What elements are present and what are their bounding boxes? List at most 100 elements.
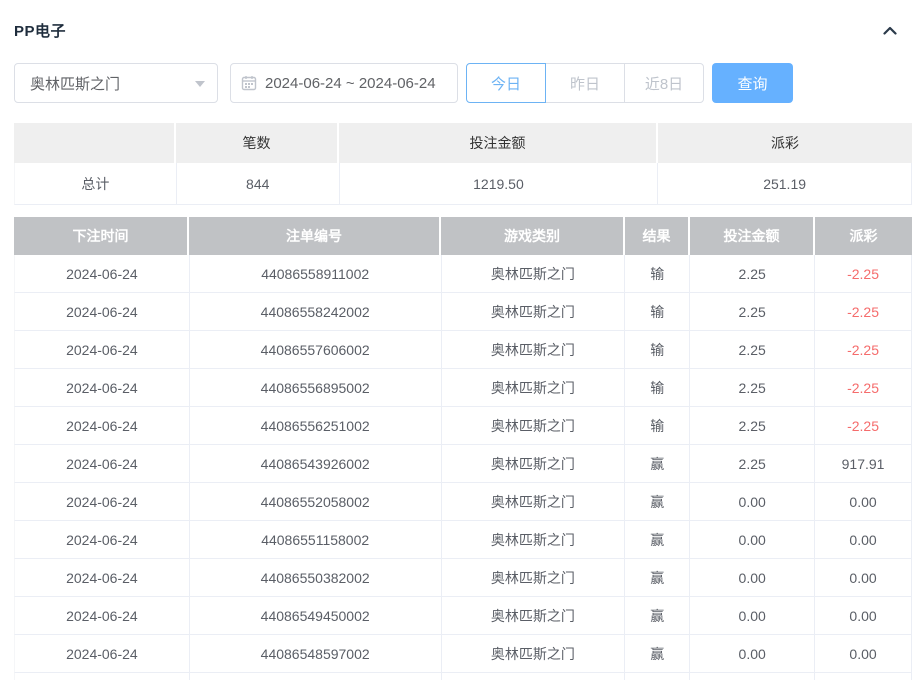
summary-header-count: 笔数: [176, 123, 339, 163]
cell-bet-amount: 0.00: [690, 483, 815, 520]
cell-bet-id: 44086552058002: [190, 483, 442, 520]
summary-header-bet-amount: 投注金额: [339, 123, 658, 163]
cell-bet-time: 2024-06-24: [15, 293, 190, 330]
cell-bet-id: 44086543926002: [190, 445, 442, 482]
table-row: 2024-06-2444086543926002奥林匹斯之门赢2.25917.9…: [14, 445, 912, 483]
cell-result: 赢: [625, 635, 690, 672]
cell-bet-time: 2024-06-24: [15, 521, 190, 558]
cell-bet-amount: 0.00: [690, 521, 815, 558]
game-select[interactable]: 奥林匹斯之门: [14, 63, 218, 103]
collapse-panel-button[interactable]: [881, 22, 899, 40]
cell-bet-time: 2024-06-24: [15, 407, 190, 444]
cell-empty: [625, 673, 690, 680]
cell-game-type: 奥林匹斯之门: [442, 445, 626, 482]
quick-range-button[interactable]: 今日: [466, 63, 546, 103]
cell-payout: 0.00: [815, 521, 912, 558]
cell-game-type: 奥林匹斯之门: [442, 407, 626, 444]
cell-bet-id: 44086558911002: [190, 255, 442, 292]
summary-header-empty: [14, 123, 176, 163]
cell-game-type: 奥林匹斯之门: [442, 331, 626, 368]
cell-bet-amount: 2.25: [690, 369, 815, 406]
cell-bet-amount: 0.00: [690, 559, 815, 596]
cell-payout: 0.00: [815, 635, 912, 672]
table-row: 2024-06-2444086552058002奥林匹斯之门赢0.000.00: [14, 483, 912, 521]
date-range-input[interactable]: 2024-06-24 ~ 2024-06-24: [230, 63, 458, 103]
cell-bet-amount: 2.25: [690, 331, 815, 368]
cell-game-type: 奥林匹斯之门: [442, 635, 626, 672]
cell-bet-id: 44086556895002: [190, 369, 442, 406]
cell-bet-time: 2024-06-24: [15, 635, 190, 672]
quick-range-group: 今日 昨日 近8日: [466, 63, 704, 103]
table-row: 2024-06-2444086556251002奥林匹斯之门输2.25-2.25: [14, 407, 912, 445]
cell-result: 赢: [625, 597, 690, 634]
col-header-payout: 派彩: [815, 217, 912, 255]
table-row: 2024-06-2444086549450002奥林匹斯之门赢0.000.00: [14, 597, 912, 635]
cell-bet-id: 44086550382002: [190, 559, 442, 596]
cell-result: 输: [625, 369, 690, 406]
cell-payout: 0.00: [815, 559, 912, 596]
cell-game-type: 奥林匹斯之门: [442, 369, 626, 406]
cell-bet-amount: 0.00: [690, 597, 815, 634]
cell-bet-id: 44086548597002: [190, 635, 442, 672]
cell-game-type: 奥林匹斯之门: [442, 559, 626, 596]
col-header-bet-id: 注单编号: [189, 217, 441, 255]
cell-bet-amount: 0.00: [690, 635, 815, 672]
cell-result: 赢: [625, 483, 690, 520]
cell-bet-time: 2024-06-24: [15, 445, 190, 482]
table-row: 2024-06-2444086550382002奥林匹斯之门赢0.000.00: [14, 559, 912, 597]
bet-records-table: 下注时间 注单编号 游戏类别 结果 投注金额 派彩 2024-06-244408…: [14, 217, 912, 680]
quick-range-button[interactable]: 近8日: [624, 63, 704, 103]
game-select-value: 奥林匹斯之门: [30, 73, 120, 94]
cell-result: 赢: [625, 521, 690, 558]
cell-result: 赢: [625, 445, 690, 482]
cell-payout: -2.25: [815, 293, 912, 330]
cell-empty: [815, 673, 912, 680]
date-range-value: 2024-06-24 ~ 2024-06-24: [265, 75, 436, 92]
filter-bar: 奥林匹斯之门 2024-06-24 ~ 2024-06-24 今日 昨日 近8日…: [14, 63, 921, 103]
cell-empty: [15, 673, 190, 680]
summary-total-payout: 251.19: [658, 163, 912, 204]
table-row: 2024-06-2444086548597002奥林匹斯之门赢0.000.00: [14, 635, 912, 673]
col-header-bet-time: 下注时间: [14, 217, 189, 255]
cell-payout: 917.91: [815, 445, 912, 482]
page-title: PP电子: [14, 20, 66, 41]
summary-total-count: 844: [177, 163, 340, 204]
cell-game-type: 奥林匹斯之门: [442, 255, 626, 292]
chevron-up-icon: [882, 23, 898, 39]
cell-payout: -2.25: [815, 407, 912, 444]
cell-bet-time: 2024-06-24: [15, 369, 190, 406]
summary-header-payout: 派彩: [658, 123, 912, 163]
cell-payout: -2.25: [815, 369, 912, 406]
cell-result: 输: [625, 407, 690, 444]
calendar-icon: [241, 75, 265, 91]
cell-game-type: 奥林匹斯之门: [442, 597, 626, 634]
summary-total-row: 总计 844 1219.50 251.19: [14, 163, 912, 205]
cell-bet-time: 2024-06-24: [15, 255, 190, 292]
table-row: 2024-06-2444086558242002奥林匹斯之门输2.25-2.25: [14, 293, 912, 331]
cell-bet-id: 44086551158002: [190, 521, 442, 558]
cell-bet-amount: 2.25: [690, 445, 815, 482]
table-row: 2024-06-2444086557606002奥林匹斯之门输2.25-2.25: [14, 331, 912, 369]
panel-header: PP电子: [0, 0, 921, 41]
summary-table: 笔数 投注金额 派彩 总计 844 1219.50 251.19: [14, 123, 912, 205]
cell-empty: [442, 673, 626, 680]
cell-game-type: 奥林匹斯之门: [442, 293, 626, 330]
cell-empty: [690, 673, 815, 680]
query-button[interactable]: 查询: [712, 63, 793, 103]
summary-header-row: 笔数 投注金额 派彩: [14, 123, 912, 163]
cell-bet-amount: 2.25: [690, 255, 815, 292]
cell-payout: 0.00: [815, 483, 912, 520]
summary-total-label: 总计: [15, 163, 177, 204]
cell-bet-id: 44086558242002: [190, 293, 442, 330]
cell-game-type: 奥林匹斯之门: [442, 483, 626, 520]
table-row: 2024-06-2444086556895002奥林匹斯之门输2.25-2.25: [14, 369, 912, 407]
cell-payout: 0.00: [815, 597, 912, 634]
cell-bet-id: 44086557606002: [190, 331, 442, 368]
bet-table-body: 2024-06-2444086558911002奥林匹斯之门输2.25-2.25…: [14, 255, 912, 680]
cell-bet-time: 2024-06-24: [15, 559, 190, 596]
chevron-down-icon: [195, 81, 205, 87]
table-row-partial: [14, 673, 912, 680]
quick-range-button[interactable]: 昨日: [545, 63, 625, 103]
cell-bet-amount: 2.25: [690, 293, 815, 330]
col-header-result: 结果: [625, 217, 690, 255]
